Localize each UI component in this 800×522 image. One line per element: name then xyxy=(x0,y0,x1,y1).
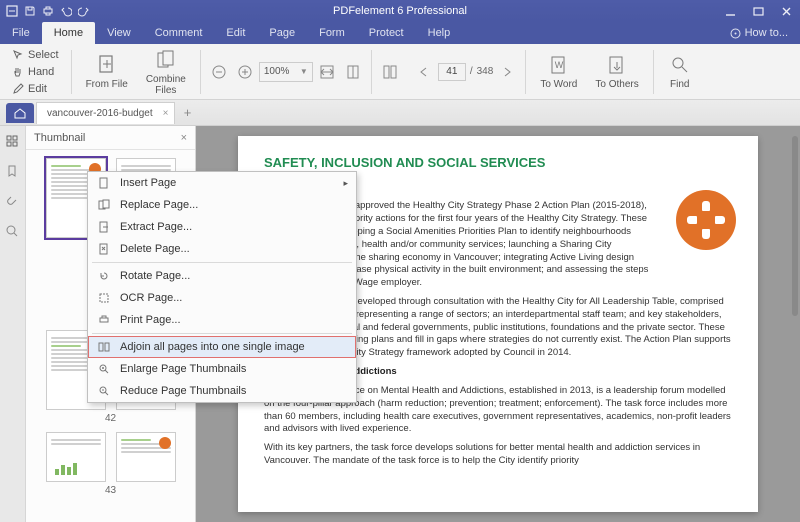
app-menu-icon[interactable] xyxy=(4,3,20,19)
thumbnail-panel-close-icon[interactable]: × xyxy=(181,132,187,144)
edit-tool[interactable]: Edit xyxy=(12,81,59,96)
ctx-reduce-thumbs[interactable]: Reduce Page Thumbnails xyxy=(88,380,356,402)
extract-icon xyxy=(96,219,112,235)
minimize-icon[interactable] xyxy=(722,3,738,19)
menu-protect[interactable]: Protect xyxy=(357,22,416,44)
hand-tool[interactable]: Hand xyxy=(12,64,59,79)
next-page-button[interactable] xyxy=(495,60,519,84)
undo-icon[interactable] xyxy=(58,3,74,19)
thumb-label-43: 43 xyxy=(26,482,195,504)
ctx-replace-page[interactable]: Replace Page... xyxy=(88,194,356,216)
ctx-insert-page[interactable]: Insert Page▸ xyxy=(88,172,356,194)
cursor-mode-group: Select Hand Edit xyxy=(6,45,65,98)
redo-icon[interactable] xyxy=(76,3,92,19)
ctx-print-page[interactable]: Print Page... xyxy=(88,309,356,331)
zoom-in-icon xyxy=(96,361,112,377)
replace-icon xyxy=(96,197,112,213)
to-others-button[interactable]: To Others xyxy=(587,51,646,92)
page-indicator: 41 / 348 xyxy=(438,63,493,81)
menu-help[interactable]: Help xyxy=(416,22,463,44)
menu-home[interactable]: Home xyxy=(42,22,95,44)
menubar: File Home View Comment Edit Page Form Pr… xyxy=(0,22,800,44)
delete-icon xyxy=(96,241,112,257)
rotate-icon xyxy=(96,268,112,284)
context-menu: Insert Page▸ Replace Page... Extract Pag… xyxy=(87,171,357,403)
ctx-enlarge-thumbs[interactable]: Enlarge Page Thumbnails xyxy=(88,358,356,380)
svg-text:W: W xyxy=(555,60,564,70)
home-tab-button[interactable] xyxy=(6,103,34,123)
scrollbar-thumb[interactable] xyxy=(792,136,798,316)
find-button[interactable]: Find xyxy=(660,51,700,92)
fit-width-button[interactable] xyxy=(315,60,339,84)
menu-view[interactable]: View xyxy=(95,22,143,44)
fit-page-button[interactable] xyxy=(341,60,365,84)
tab-close-icon[interactable]: × xyxy=(163,108,169,119)
to-word-button[interactable]: W To Word xyxy=(532,51,585,92)
help-hint-text: How to... xyxy=(745,27,788,39)
app-title: PDFelement 6 Professional xyxy=(333,5,467,17)
menu-file[interactable]: File xyxy=(0,22,42,44)
zoom-level[interactable]: 100%▼ xyxy=(259,62,313,82)
titlebar: PDFelement 6 Professional xyxy=(0,0,800,22)
zoom-out-icon xyxy=(96,383,112,399)
document-tab[interactable]: vancouver-2016-budget × xyxy=(36,102,175,124)
bookmarks-icon[interactable] xyxy=(5,164,21,180)
ocr-icon xyxy=(96,290,112,306)
close-icon[interactable] xyxy=(778,3,794,19)
zoom-in-button[interactable] xyxy=(233,60,257,84)
page-layout-button[interactable] xyxy=(378,60,402,84)
save-icon[interactable] xyxy=(22,3,38,19)
sidebar xyxy=(0,126,26,522)
ctx-ocr-page[interactable]: OCR Page... xyxy=(88,287,356,309)
help-hint[interactable]: How to... xyxy=(730,22,800,44)
thumbnail-page-43a[interactable] xyxy=(46,432,106,482)
chevron-down-icon: ▼ xyxy=(300,67,308,76)
p4: With its key partners, the task force de… xyxy=(264,442,732,468)
menu-edit[interactable]: Edit xyxy=(214,22,257,44)
menu-page[interactable]: Page xyxy=(257,22,307,44)
from-file-button[interactable]: From File xyxy=(78,51,136,92)
ctx-rotate-page[interactable]: Rotate Page... xyxy=(88,265,356,287)
search-icon[interactable] xyxy=(5,224,21,240)
ctx-delete-page[interactable]: Delete Page... xyxy=(88,238,356,260)
document-tab-label: vancouver-2016-budget xyxy=(47,108,153,119)
menu-form[interactable]: Form xyxy=(307,22,357,44)
thumbnails-icon[interactable] xyxy=(5,134,21,150)
ctx-adjoin-pages[interactable]: Adjoin all pages into one single image xyxy=(88,336,356,358)
add-tab-button[interactable]: + xyxy=(177,105,197,120)
thumbnail-page-43b[interactable] xyxy=(116,432,176,482)
section-heading: SAFETY, INCLUSION AND SOCIAL SERVICES xyxy=(264,154,732,172)
ribbon: Select Hand Edit From File Combine Files… xyxy=(0,44,800,100)
hands-circle-icon xyxy=(676,190,736,250)
print-icon xyxy=(96,312,112,328)
thumb-label-42: 42 xyxy=(26,410,195,432)
combine-files-button[interactable]: Combine Files xyxy=(138,46,194,98)
select-tool[interactable]: Select xyxy=(12,47,59,62)
chevron-right-icon: ▸ xyxy=(343,178,348,189)
tabstrip: vancouver-2016-budget × + xyxy=(0,100,800,126)
thumbnail-panel-title: Thumbnail xyxy=(34,132,85,144)
ctx-extract-page[interactable]: Extract Page... xyxy=(88,216,356,238)
page-current-input[interactable]: 41 xyxy=(438,63,466,81)
adjoin-icon xyxy=(96,339,112,355)
menu-comment[interactable]: Comment xyxy=(143,22,215,44)
page-total: 348 xyxy=(477,66,494,77)
print-icon[interactable] xyxy=(40,3,56,19)
prev-page-button[interactable] xyxy=(412,60,436,84)
attachments-icon[interactable] xyxy=(5,194,21,210)
insert-icon xyxy=(96,175,112,191)
zoom-out-button[interactable] xyxy=(207,60,231,84)
maximize-icon[interactable] xyxy=(750,3,766,19)
